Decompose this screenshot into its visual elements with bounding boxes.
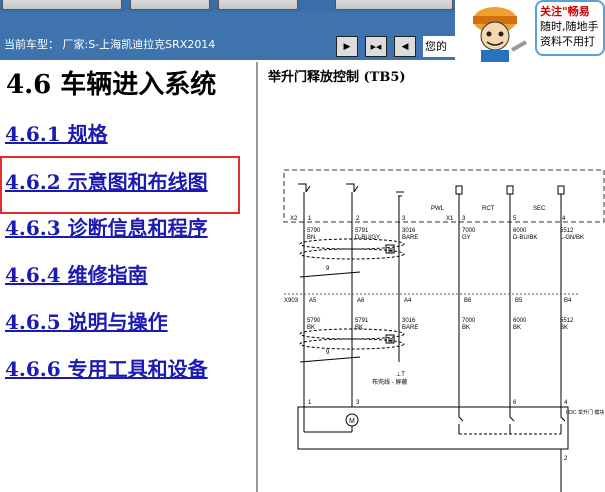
mid-wire-3-color: BARE <box>402 325 418 331</box>
top-pin-2: 2 <box>356 216 360 222</box>
ground-symbol-1 <box>396 191 404 197</box>
signal-sec: SEC <box>533 206 546 212</box>
bottom-pin-1: 1 <box>308 400 312 406</box>
wire-4-circuit: 7000 <box>462 228 476 234</box>
twist-line-1 <box>299 271 361 278</box>
mid-pin-1: A5 <box>309 298 317 304</box>
mid-wire-2-color: BK <box>355 325 363 331</box>
play-left-icon: ◀ <box>401 41 409 51</box>
nav-jump-button[interactable]: ▶◀ <box>365 36 387 57</box>
wire-2-color: D-BU/GY <box>355 235 380 241</box>
mid-wire-5-color: BK <box>513 325 521 331</box>
car-info-bar: 当前车型： 厂家:S-上海凯迪拉克SRX2014 ▶ ▶◀ ◀ 您的 <box>0 12 459 60</box>
nav-link-specifications[interactable]: 4.6.1 规格 <box>5 118 108 147</box>
wire-6-circuit: 5512 <box>560 228 574 234</box>
content-panel: 举升门释放控制 (TB5) PWL RCT SEC X2 X1 X903 1 2… <box>260 62 605 492</box>
chapter-title: 4.6 车辆进入系统 <box>6 70 217 100</box>
mid-pin-6: B4 <box>564 298 572 304</box>
device-label: I23C 举升门 模块 <box>566 409 604 416</box>
nav-link-repair-guide[interactable]: 4.6.4 维修指南 <box>5 259 148 288</box>
motor-label: M <box>349 418 355 425</box>
mid-pin-4: B6 <box>464 298 472 304</box>
connector-x903: X903 <box>284 298 299 304</box>
mid-wire-6-color: BK <box>560 325 568 331</box>
top-pin-5: 5 <box>513 216 517 222</box>
bottom-pin-4: 4 <box>564 400 568 406</box>
wire-3-circuit: 3016 <box>402 228 416 234</box>
mid-wire-1-color: BK <box>307 325 315 331</box>
signal-box-2 <box>506 185 514 195</box>
selection-highlight <box>0 156 240 214</box>
nav-next-button[interactable]: ▶ <box>336 36 358 57</box>
mid-wire-3-circuit: 3016 <box>402 318 416 324</box>
bottom-module-box <box>297 406 569 450</box>
top-toolbar <box>0 0 455 12</box>
connector-x1: X1 <box>446 216 454 222</box>
bottom-pin-3: 3 <box>356 400 360 406</box>
mid-pin-2: A6 <box>357 298 365 304</box>
ad-line-1: 关注"畅易 <box>540 5 590 18</box>
mid-pin-3: A4 <box>404 298 412 304</box>
signal-rct: RCT <box>482 206 495 212</box>
top-pin-1: 1 <box>308 216 312 222</box>
mid-wire-4-circuit: 7000 <box>462 318 476 324</box>
toolbar-button-4[interactable] <box>335 0 453 10</box>
mid-wire-2-circuit: 5791 <box>355 318 369 324</box>
switch-symbol-1 <box>298 183 311 193</box>
toolbar-button-2[interactable] <box>130 0 210 10</box>
mid-wire-1-circuit: 5790 <box>307 318 321 324</box>
nav-link-diagnostics[interactable]: 4.6.3 诊断信息和程序 <box>5 212 208 241</box>
wire-6-color: L-GN/BK <box>560 235 584 241</box>
left-nav-panel: 4.6 车辆进入系统 4.6.1 规格 4.6.2 示意图和布线图 4.6.3 … <box>0 62 258 492</box>
ad-banner[interactable]: 关注"畅易 随时,随地手 资料不用打 <box>455 0 605 62</box>
wire-5-color: D-BU/BK <box>513 235 537 241</box>
ground-note: 布壳线 - 屏蔽 <box>372 378 407 386</box>
toolbar-button-1[interactable] <box>2 0 122 10</box>
nav-link-special-tools[interactable]: 4.6.6 专用工具和设备 <box>5 353 208 382</box>
twist-line-2 <box>299 356 361 363</box>
twist-label-1: 9 <box>326 266 330 272</box>
signal-box-1 <box>455 185 463 195</box>
ground-symbol: ⊥T <box>396 371 405 378</box>
bottom-switch-3 <box>560 407 566 434</box>
module-outline <box>283 169 605 223</box>
wire-5-circuit: 6000 <box>513 228 527 234</box>
nav-prev-button[interactable]: ◀ <box>394 36 416 57</box>
twist-label-2: 9 <box>326 350 330 356</box>
shield-mark-2: ⊠ <box>388 338 393 344</box>
ad-line-2: 随时,随地手 <box>540 20 599 33</box>
top-pin-6: 4 <box>562 216 566 222</box>
bottom-switch-1 <box>458 407 464 434</box>
switch-symbol-2 <box>346 183 359 193</box>
mascot-icon <box>473 7 527 62</box>
mid-wire-4-color: BK <box>462 325 470 331</box>
wire-2-circuit: 5791 <box>355 228 369 234</box>
bottom-switch-2 <box>509 407 515 434</box>
play-right-icon: ▶ <box>343 41 351 51</box>
toolbar-button-3[interactable] <box>218 0 298 10</box>
wire-1-circuit: 5790 <box>307 228 321 234</box>
trailing-text: 您的 <box>423 36 459 57</box>
fast-forward-icon: ▶◀ <box>370 43 382 51</box>
ad-line-3: 资料不用打 <box>540 35 595 48</box>
wire-3-color: BARE <box>402 235 418 241</box>
wiring-diagram: PWL RCT SEC X2 X1 X903 1 2 3 3 5 4 5790 … <box>283 169 605 492</box>
top-pin-4: 3 <box>462 216 466 222</box>
current-car-model: 当前车型： 厂家:S-上海凯迪拉克SRX2014 <box>4 38 216 51</box>
signal-box-3 <box>557 185 565 195</box>
bottom-pin-6: 6 <box>513 400 517 406</box>
mid-pin-5: B5 <box>515 298 523 304</box>
mid-wire-6-circuit: 5512 <box>560 318 574 324</box>
top-pin-3: 3 <box>402 216 406 222</box>
nav-link-description[interactable]: 4.6.5 说明与操作 <box>5 306 168 335</box>
wire-4-color: GY <box>462 235 471 241</box>
mid-wire-5-circuit: 6000 <box>513 318 527 324</box>
bottom-pin-2: 2 <box>564 456 568 462</box>
signal-pwl: PWL <box>431 206 445 212</box>
connector-x2: X2 <box>290 216 298 222</box>
shield-mark-1: ⊠ <box>388 248 393 254</box>
